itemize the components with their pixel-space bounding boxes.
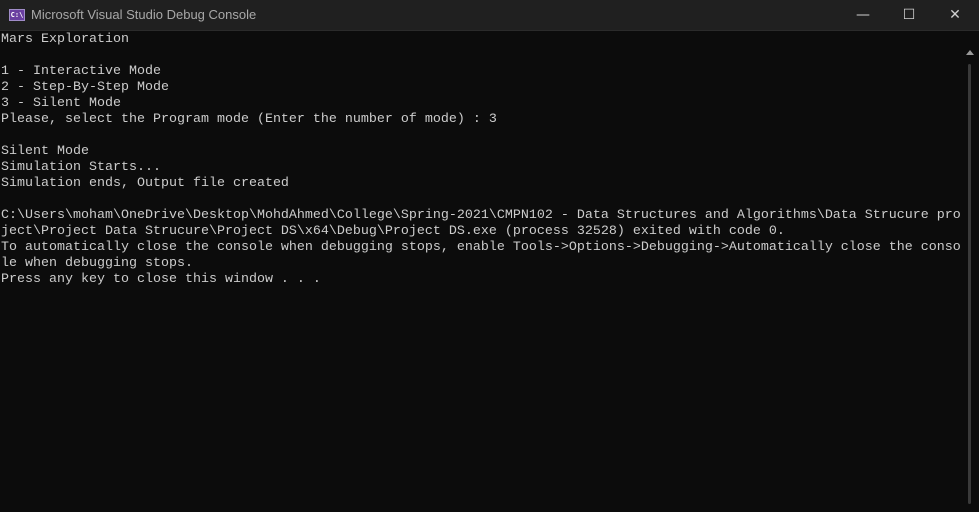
window-title: Microsoft Visual Studio Debug Console xyxy=(31,7,257,22)
console-line: Simulation Starts... xyxy=(1,160,161,175)
console-icon: C:\ xyxy=(9,9,25,21)
console-line: Simulation ends, Output file created xyxy=(1,176,289,191)
console-line: 3 - Silent Mode xyxy=(1,96,121,111)
console-line: Mars Exploration xyxy=(1,32,129,47)
console-line: Press any key to close this window . . . xyxy=(1,272,321,287)
close-button[interactable]: ✕ xyxy=(932,0,978,31)
maximize-button[interactable]: ☐ xyxy=(886,0,932,31)
vertical-scrollbar[interactable] xyxy=(962,32,979,512)
console-line: Silent Mode xyxy=(1,144,89,159)
console-line: To automatically close the console when … xyxy=(1,240,961,255)
title-bar[interactable]: C:\ Microsoft Visual Studio Debug Consol… xyxy=(0,0,979,31)
console-line: C:\Users\moham\OneDrive\Desktop\MohdAhme… xyxy=(1,208,961,223)
console-line: Please, select the Program mode (Enter t… xyxy=(1,112,497,127)
scroll-up-arrow-icon[interactable] xyxy=(966,50,974,55)
console-line: 2 - Step-By-Step Mode xyxy=(1,80,169,95)
console-line: 1 - Interactive Mode xyxy=(1,64,161,79)
console-line: le when debugging stops. xyxy=(1,256,193,271)
console-output[interactable]: Mars Exploration 1 - Interactive Mode 2 - … xyxy=(1,32,961,510)
console-line: ject\Project Data Strucure\Project DS\x6… xyxy=(1,224,785,239)
minimize-button[interactable]: — xyxy=(840,0,886,31)
scroll-thumb[interactable] xyxy=(968,64,971,504)
